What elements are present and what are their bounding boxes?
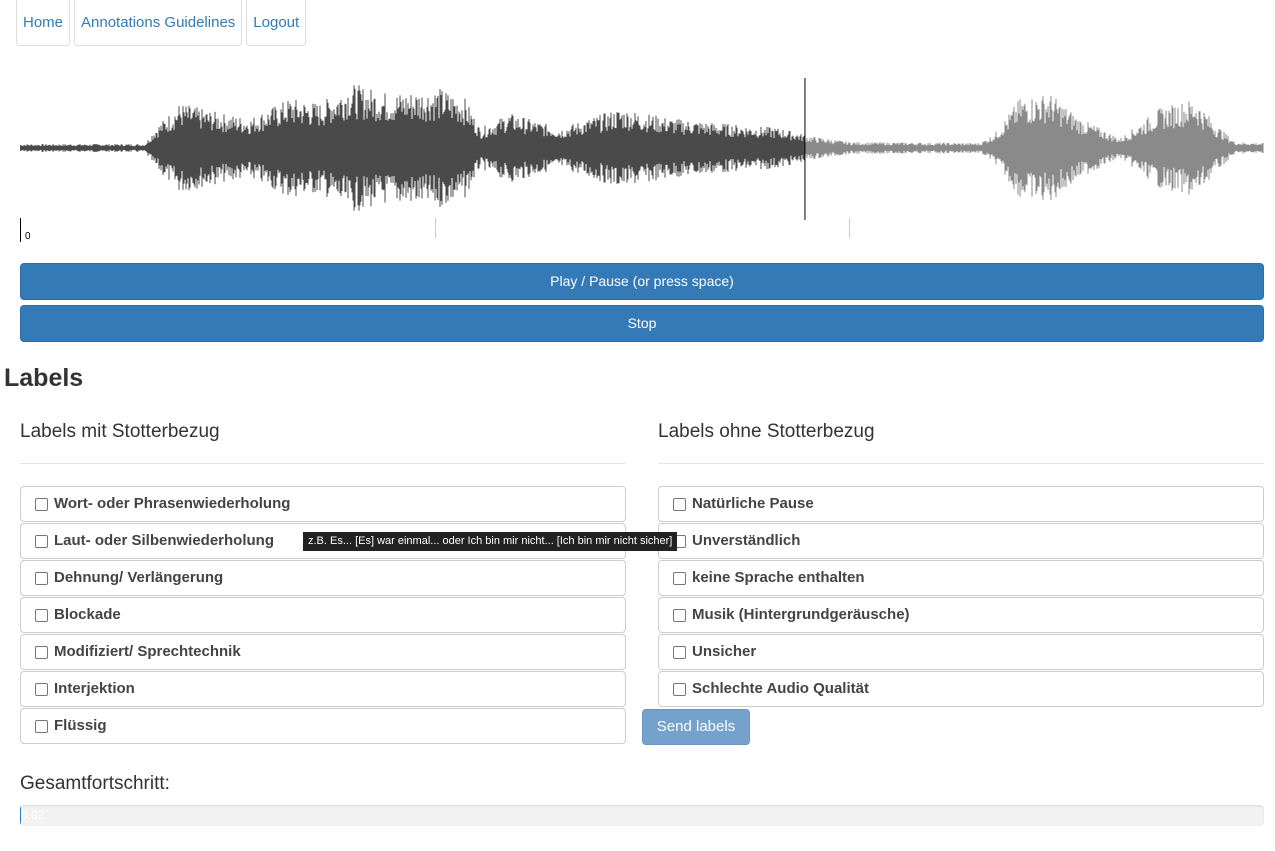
checkbox[interactable] xyxy=(35,719,48,733)
nav-logout[interactable]: Logout xyxy=(246,0,307,46)
label-checkbox-item[interactable]: Unverständlich xyxy=(658,523,1264,559)
checkbox[interactable] xyxy=(673,571,686,585)
label-text: Modifiziert/ Sprechtechnik xyxy=(54,643,241,660)
label-text: Dehnung/ Verlängerung xyxy=(54,569,224,586)
checkbox[interactable] xyxy=(35,497,48,511)
label-text: Unsicher xyxy=(692,643,757,660)
progress-bar: 0.02 xyxy=(20,805,1264,826)
waveform-unplayed xyxy=(804,96,1264,200)
label-checkbox-item[interactable]: Wort- oder Phrasenwiederholung xyxy=(20,486,626,522)
label-text: Wort- oder Phrasenwiederholung xyxy=(54,495,291,512)
audio-waveform[interactable] xyxy=(20,78,1264,220)
label-text: Laut- oder Silbenwiederholung xyxy=(54,532,275,549)
timeline-label: 0 xyxy=(25,231,31,242)
timeline-tick xyxy=(849,218,850,238)
checkbox[interactable] xyxy=(35,571,48,585)
label-text: keine Sprache enthalten xyxy=(692,569,865,586)
nav-home[interactable]: Home xyxy=(16,0,71,46)
label-checkbox-item[interactable]: Flüssig xyxy=(20,708,626,744)
checkbox[interactable] xyxy=(35,534,48,548)
divider xyxy=(658,463,1264,464)
label-text: Flüssig xyxy=(54,717,107,734)
labels-heading: Labels xyxy=(4,364,84,392)
stutter-labels-heading: Labels mit Stotterbezug xyxy=(20,421,220,442)
top-nav: Home Annotations Guidelines Logout xyxy=(16,0,307,46)
tooltip: z.B. Es... [Es] war einmal... oder Ich b… xyxy=(303,532,678,551)
label-checkbox-item[interactable]: Schlechte Audio Qualität xyxy=(658,671,1264,707)
send-labels-button[interactable]: Send labels xyxy=(642,709,750,745)
checkbox[interactable] xyxy=(673,608,686,622)
label-checkbox-item[interactable]: Modifiziert/ Sprechtechnik xyxy=(20,634,626,670)
checkbox[interactable] xyxy=(35,682,48,696)
label-checkbox-item[interactable]: Dehnung/ Verlängerung xyxy=(20,560,626,596)
non-stutter-labels-heading: Labels ohne Stotterbezug xyxy=(658,421,875,442)
label-checkbox-item[interactable]: Blockade xyxy=(20,597,626,633)
label-text: Interjektion xyxy=(54,680,135,697)
checkbox[interactable] xyxy=(35,608,48,622)
label-text: Blockade xyxy=(54,606,121,623)
label-text: Natürliche Pause xyxy=(692,495,814,512)
checkbox[interactable] xyxy=(673,645,686,659)
waveform-played xyxy=(20,85,805,211)
timeline-tick xyxy=(435,218,436,238)
label-checkbox-item[interactable]: Natürliche Pause xyxy=(658,486,1264,522)
progress-value: 0.02 xyxy=(21,808,45,822)
label-text: Schlechte Audio Qualität xyxy=(692,680,869,697)
label-checkbox-item[interactable]: Musik (Hintergrundgeräusche) xyxy=(658,597,1264,633)
timeline: 0 xyxy=(20,218,1264,244)
checkbox[interactable] xyxy=(673,682,686,696)
checkbox[interactable] xyxy=(673,497,686,511)
divider xyxy=(20,463,626,464)
nav-annotation-guidelines[interactable]: Annotations Guidelines xyxy=(74,0,243,46)
label-text: Musik (Hintergrundgeräusche) xyxy=(692,606,910,623)
timeline-tick xyxy=(20,218,21,242)
label-checkbox-item[interactable]: Unsicher xyxy=(658,634,1264,670)
progress-label: Gesamtfortschritt: xyxy=(20,773,170,794)
label-text: Unverständlich xyxy=(692,532,801,549)
stop-button[interactable]: Stop xyxy=(20,305,1264,342)
play-pause-button[interactable]: Play / Pause (or press space) xyxy=(20,263,1264,300)
label-checkbox-item[interactable]: keine Sprache enthalten xyxy=(658,560,1264,596)
checkbox[interactable] xyxy=(35,645,48,659)
label-checkbox-item[interactable]: Interjektion xyxy=(20,671,626,707)
